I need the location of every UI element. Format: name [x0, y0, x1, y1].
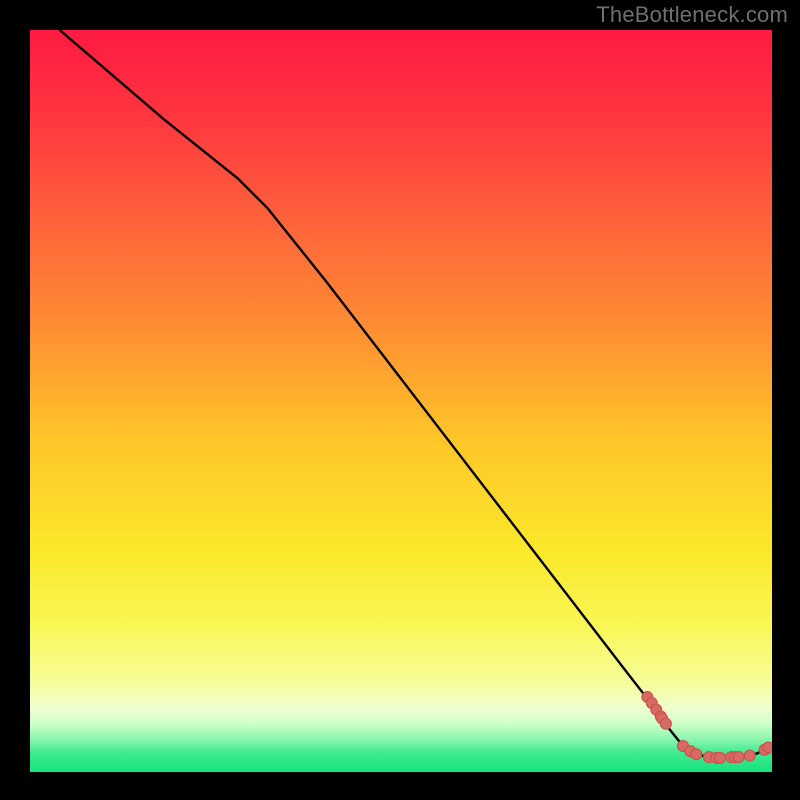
chart-area: [30, 30, 772, 772]
gradient-background: [30, 30, 772, 772]
data-point: [744, 750, 755, 761]
chart-svg: [30, 30, 772, 772]
attribution-text: TheBottleneck.com: [596, 2, 788, 28]
data-point: [660, 718, 671, 729]
data-point: [763, 742, 772, 753]
data-point: [733, 752, 744, 763]
data-point: [691, 749, 702, 760]
data-point: [715, 752, 726, 763]
